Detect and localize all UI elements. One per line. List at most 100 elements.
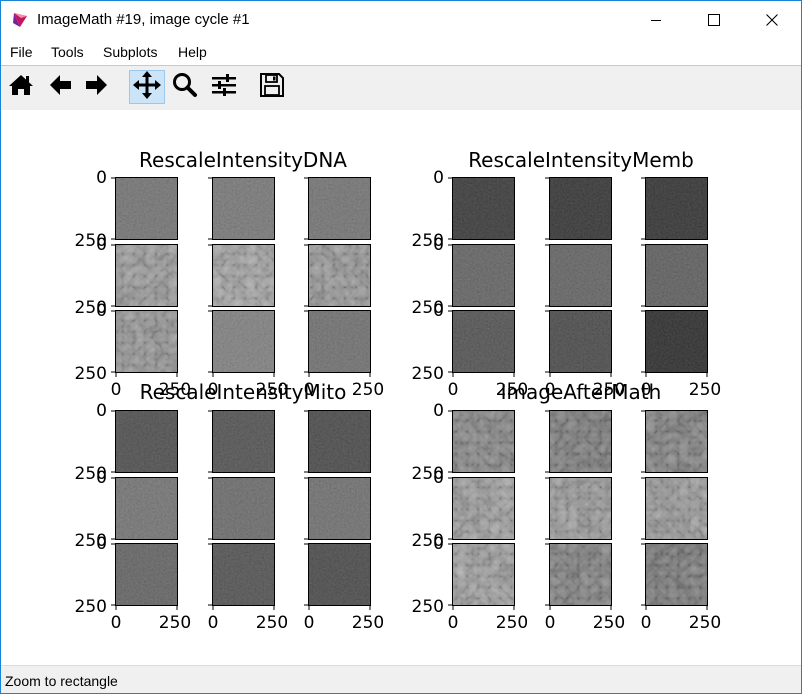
y-tick-label: 250 xyxy=(412,364,444,384)
y-tick-label: 0 xyxy=(96,168,107,188)
x-tick-label: 250 xyxy=(496,613,528,633)
forward-button[interactable] xyxy=(79,70,115,104)
panel-title: RescaleIntensityMito xyxy=(140,380,347,404)
floppy-disk-icon xyxy=(259,72,285,102)
back-button[interactable] xyxy=(42,70,78,104)
x-tick-label: 0 xyxy=(111,380,122,400)
image-texture xyxy=(645,310,708,373)
cellprofiler-app-icon xyxy=(11,11,29,29)
image-texture xyxy=(308,410,371,473)
zoom-button[interactable] xyxy=(167,70,203,104)
x-tick-label: 0 xyxy=(208,613,219,633)
subplot-panel: RescaleIntensityDNA0250025002500 250 0 250 0… xyxy=(75,148,385,400)
image-texture xyxy=(212,244,275,307)
app-window: ImageMath #19, image cycle #1 File Tools… xyxy=(0,0,802,694)
image-texture xyxy=(115,410,178,473)
image-texture xyxy=(452,177,515,240)
figure-canvas[interactable]: RescaleIntensityDNA 0 250 0 250 0 250 0 250 0 250 0… xyxy=(1,110,801,665)
menu-bar: File Tools Subplots Help xyxy=(1,39,801,65)
y-tick-label: 250 xyxy=(75,597,107,617)
x-tick-label: 250 xyxy=(256,613,288,633)
y-tick-label: 0 xyxy=(433,301,444,321)
image-texture xyxy=(549,477,612,540)
x-tick-label: 0 xyxy=(448,380,459,400)
status-bar: Zoom to rectangle xyxy=(1,665,801,693)
x-tick-label: 250 xyxy=(689,613,721,633)
navigation-toolbar xyxy=(1,66,801,110)
arrow-right-icon xyxy=(84,72,110,102)
y-tick-label: 0 xyxy=(433,401,444,421)
pan-button[interactable] xyxy=(129,70,165,104)
close-icon xyxy=(766,11,778,30)
image-texture xyxy=(308,177,371,240)
image-texture xyxy=(452,543,515,606)
subplot-panel: ImageAfterMath0250025002500 250 0 250 0 250 xyxy=(412,380,722,633)
x-tick-label: 0 xyxy=(641,613,652,633)
image-texture xyxy=(115,177,178,240)
y-tick-label: 0 xyxy=(96,301,107,321)
maximize-button[interactable] xyxy=(685,1,743,39)
menu-subplots[interactable]: Subplots xyxy=(103,44,157,60)
close-button[interactable] xyxy=(743,1,801,39)
save-button[interactable] xyxy=(254,70,290,104)
x-tick-label: 0 xyxy=(111,613,122,633)
image-texture xyxy=(212,477,275,540)
image-texture xyxy=(212,543,275,606)
image-texture xyxy=(115,310,178,373)
x-tick-label: 0 xyxy=(448,613,459,633)
y-tick-label: 0 xyxy=(433,468,444,488)
image-texture xyxy=(115,244,178,307)
window-title: ImageMath #19, image cycle #1 xyxy=(37,11,250,28)
image-texture xyxy=(549,410,612,473)
home-icon xyxy=(8,72,34,102)
image-texture xyxy=(549,177,612,240)
panel-title: RescaleIntensityMemb xyxy=(468,148,694,172)
image-texture xyxy=(549,310,612,373)
y-tick-label: 0 xyxy=(433,235,444,255)
status-message: Zoom to rectangle xyxy=(5,673,118,689)
image-texture xyxy=(212,410,275,473)
y-tick-label: 0 xyxy=(96,534,107,554)
image-texture xyxy=(212,177,275,240)
image-texture xyxy=(452,244,515,307)
panel-title: ImageAfterMath xyxy=(501,380,662,404)
x-tick-label: 250 xyxy=(689,380,721,400)
menu-tools[interactable]: Tools xyxy=(51,44,84,60)
x-tick-label: 0 xyxy=(545,613,556,633)
image-texture xyxy=(115,477,178,540)
x-tick-label: 250 xyxy=(352,380,384,400)
menu-help[interactable]: Help xyxy=(178,44,207,60)
image-texture xyxy=(645,477,708,540)
image-texture xyxy=(308,543,371,606)
image-texture xyxy=(212,310,275,373)
move-arrows-icon xyxy=(133,71,161,103)
y-tick-label: 0 xyxy=(433,168,444,188)
x-tick-label: 250 xyxy=(352,613,384,633)
image-texture xyxy=(452,410,515,473)
image-texture xyxy=(308,477,371,540)
image-texture xyxy=(452,310,515,373)
subplots-button[interactable] xyxy=(206,70,242,104)
menu-file[interactable]: File xyxy=(10,44,33,60)
y-tick-label: 0 xyxy=(96,401,107,421)
home-button[interactable] xyxy=(3,70,39,104)
image-texture xyxy=(115,543,178,606)
minimize-icon xyxy=(650,11,662,30)
title-bar: ImageMath #19, image cycle #1 xyxy=(1,1,801,39)
image-texture xyxy=(549,543,612,606)
sliders-icon xyxy=(211,72,237,102)
magnifier-icon xyxy=(172,72,198,102)
image-texture xyxy=(308,244,371,307)
image-texture xyxy=(645,410,708,473)
image-texture xyxy=(549,244,612,307)
y-tick-label: 250 xyxy=(412,597,444,617)
image-texture xyxy=(308,310,371,373)
minimize-button[interactable] xyxy=(627,1,685,39)
y-tick-label: 0 xyxy=(433,534,444,554)
y-tick-label: 250 xyxy=(75,364,107,384)
image-texture xyxy=(645,177,708,240)
figure-plot[interactable]: RescaleIntensityDNA0250025002500 250 0 250 0… xyxy=(1,110,801,665)
maximize-icon xyxy=(708,11,720,30)
subplot-panel: RescaleIntensityMemb0250025002500 250 0 250… xyxy=(412,148,722,400)
y-tick-label: 0 xyxy=(96,468,107,488)
